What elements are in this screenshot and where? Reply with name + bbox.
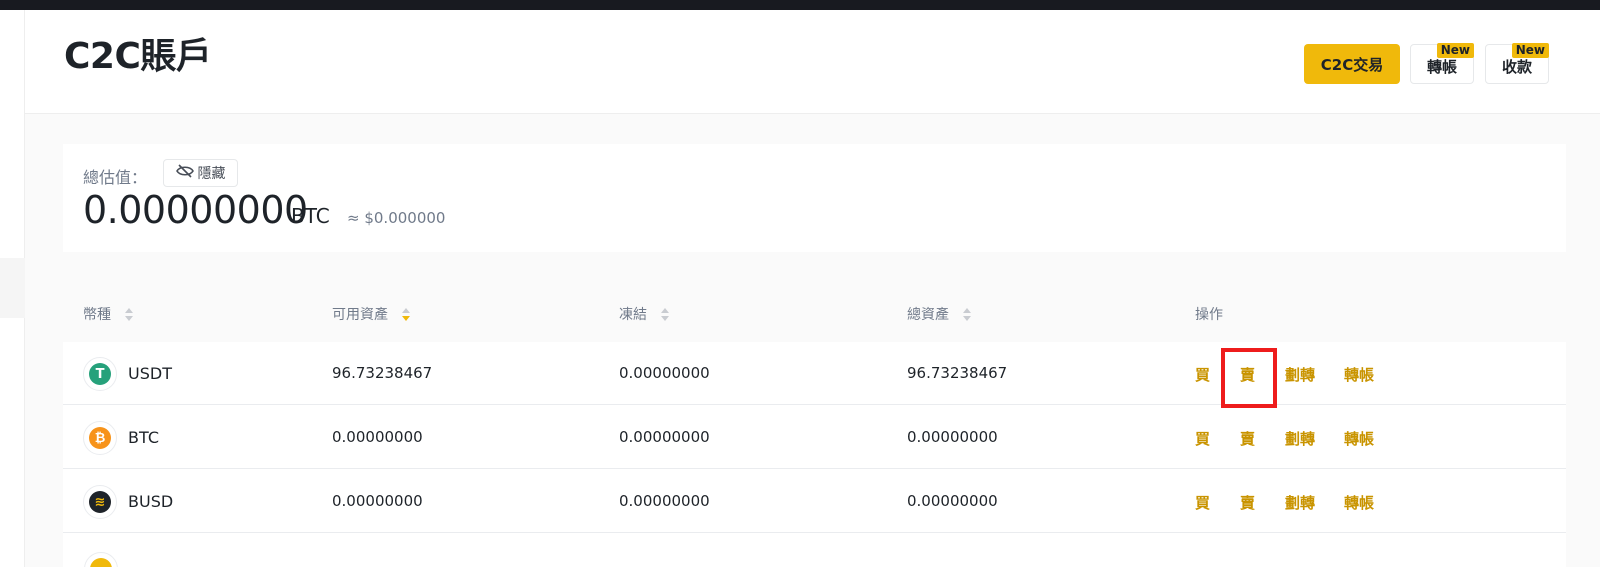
column-header-frozen[interactable]: 凍結 — [619, 304, 669, 324]
sell-link[interactable]: 賣 — [1240, 364, 1255, 385]
coin-name: BTC — [128, 428, 159, 447]
column-header-coin-label: 幣種 — [83, 307, 111, 323]
transfer-button-label: 轉帳 — [1426, 57, 1457, 76]
move-link[interactable]: 劃轉 — [1285, 428, 1315, 449]
sell-link[interactable]: 賣 — [1240, 428, 1255, 449]
page-title: C2C賬戶 — [64, 36, 212, 77]
column-header-available-label: 可用資產 — [332, 307, 388, 323]
buy-link[interactable]: 買 — [1195, 364, 1210, 385]
total-amount: 0.00000000 — [907, 492, 998, 510]
receive-button-label: 收款 — [1501, 57, 1532, 76]
buy-link[interactable]: 買 — [1195, 428, 1210, 449]
available-amount: 0.00000000 — [332, 428, 423, 446]
total-amount: 0.00000000 — [907, 428, 998, 446]
column-header-available[interactable]: 可用資產 — [332, 304, 410, 324]
top-bar — [0, 0, 1600, 10]
sort-icon — [661, 307, 669, 321]
balance-summary-card: 總估值： 隱藏 0.00000000 BTC ≈ $0.000000 — [63, 144, 1566, 252]
sidebar-edge — [0, 10, 25, 567]
frozen-amount: 0.00000000 — [619, 428, 710, 446]
transfer-link[interactable]: 轉帳 — [1344, 492, 1374, 513]
hide-balance-button[interactable]: 隱藏 — [163, 159, 238, 187]
available-amount: 96.73238467 — [332, 364, 433, 382]
transfer-button[interactable]: 轉帳 New — [1410, 43, 1474, 84]
available-amount: 0.00000000 — [332, 492, 423, 510]
table-row: T USDT 96.73238467 0.00000000 96.7323846… — [63, 342, 1566, 405]
total-amount: 96.73238467 — [907, 364, 1008, 382]
frozen-amount: 0.00000000 — [619, 492, 710, 510]
busd-coin-icon: ≋ — [83, 485, 117, 519]
column-header-coin[interactable]: 幣種 — [83, 304, 133, 324]
column-header-frozen-label: 凍結 — [619, 307, 647, 323]
buy-link[interactable]: 買 — [1195, 492, 1210, 513]
table-row: ₿ BTC 0.00000000 0.00000000 0.00000000 買… — [63, 406, 1566, 469]
total-value-amount: 0.00000000 — [83, 188, 308, 232]
total-value-unit: BTC — [291, 204, 330, 228]
eye-slash-icon — [175, 164, 194, 182]
column-header-total-label: 總資產 — [907, 307, 949, 323]
transfer-link[interactable]: 轉帳 — [1344, 364, 1374, 385]
coin-name: USDT — [128, 364, 172, 383]
table-row: ≋ BUSD 0.00000000 0.00000000 0.00000000 … — [63, 470, 1566, 533]
sort-icon — [963, 307, 971, 321]
column-header-actions: 操作 — [1195, 304, 1223, 324]
transfer-link[interactable]: 轉帳 — [1344, 428, 1374, 449]
btc-coin-icon: ₿ — [83, 421, 117, 455]
column-header-actions-label: 操作 — [1195, 307, 1223, 323]
total-value-fiat: ≈ $0.000000 — [347, 209, 446, 227]
receive-button[interactable]: 收款 New — [1485, 43, 1549, 84]
sidebar-selected-item[interactable] — [0, 258, 25, 318]
sort-icon — [402, 307, 410, 321]
total-value-label: 總估值： — [83, 168, 148, 187]
hide-balance-label: 隱藏 — [197, 166, 226, 182]
move-link[interactable]: 劃轉 — [1285, 492, 1315, 513]
move-link[interactable]: 劃轉 — [1285, 364, 1315, 385]
usdt-coin-icon: T — [83, 357, 117, 391]
table-header: 幣種 可用資產 凍結 總資產 操作 — [63, 282, 1566, 342]
column-header-total[interactable]: 總資產 — [907, 304, 971, 324]
sort-icon — [125, 307, 133, 321]
frozen-amount: 0.00000000 — [619, 364, 710, 382]
new-badge: New — [1511, 43, 1549, 58]
assets-table: 幣種 可用資產 凍結 總資產 操作 T USDT 96.73238467 0.0… — [63, 282, 1566, 567]
coin-name: BUSD — [128, 492, 174, 511]
c2c-trade-button[interactable]: C2C交易 — [1304, 44, 1400, 84]
sell-link[interactable]: 賣 — [1240, 492, 1255, 513]
new-badge: New — [1436, 43, 1474, 58]
